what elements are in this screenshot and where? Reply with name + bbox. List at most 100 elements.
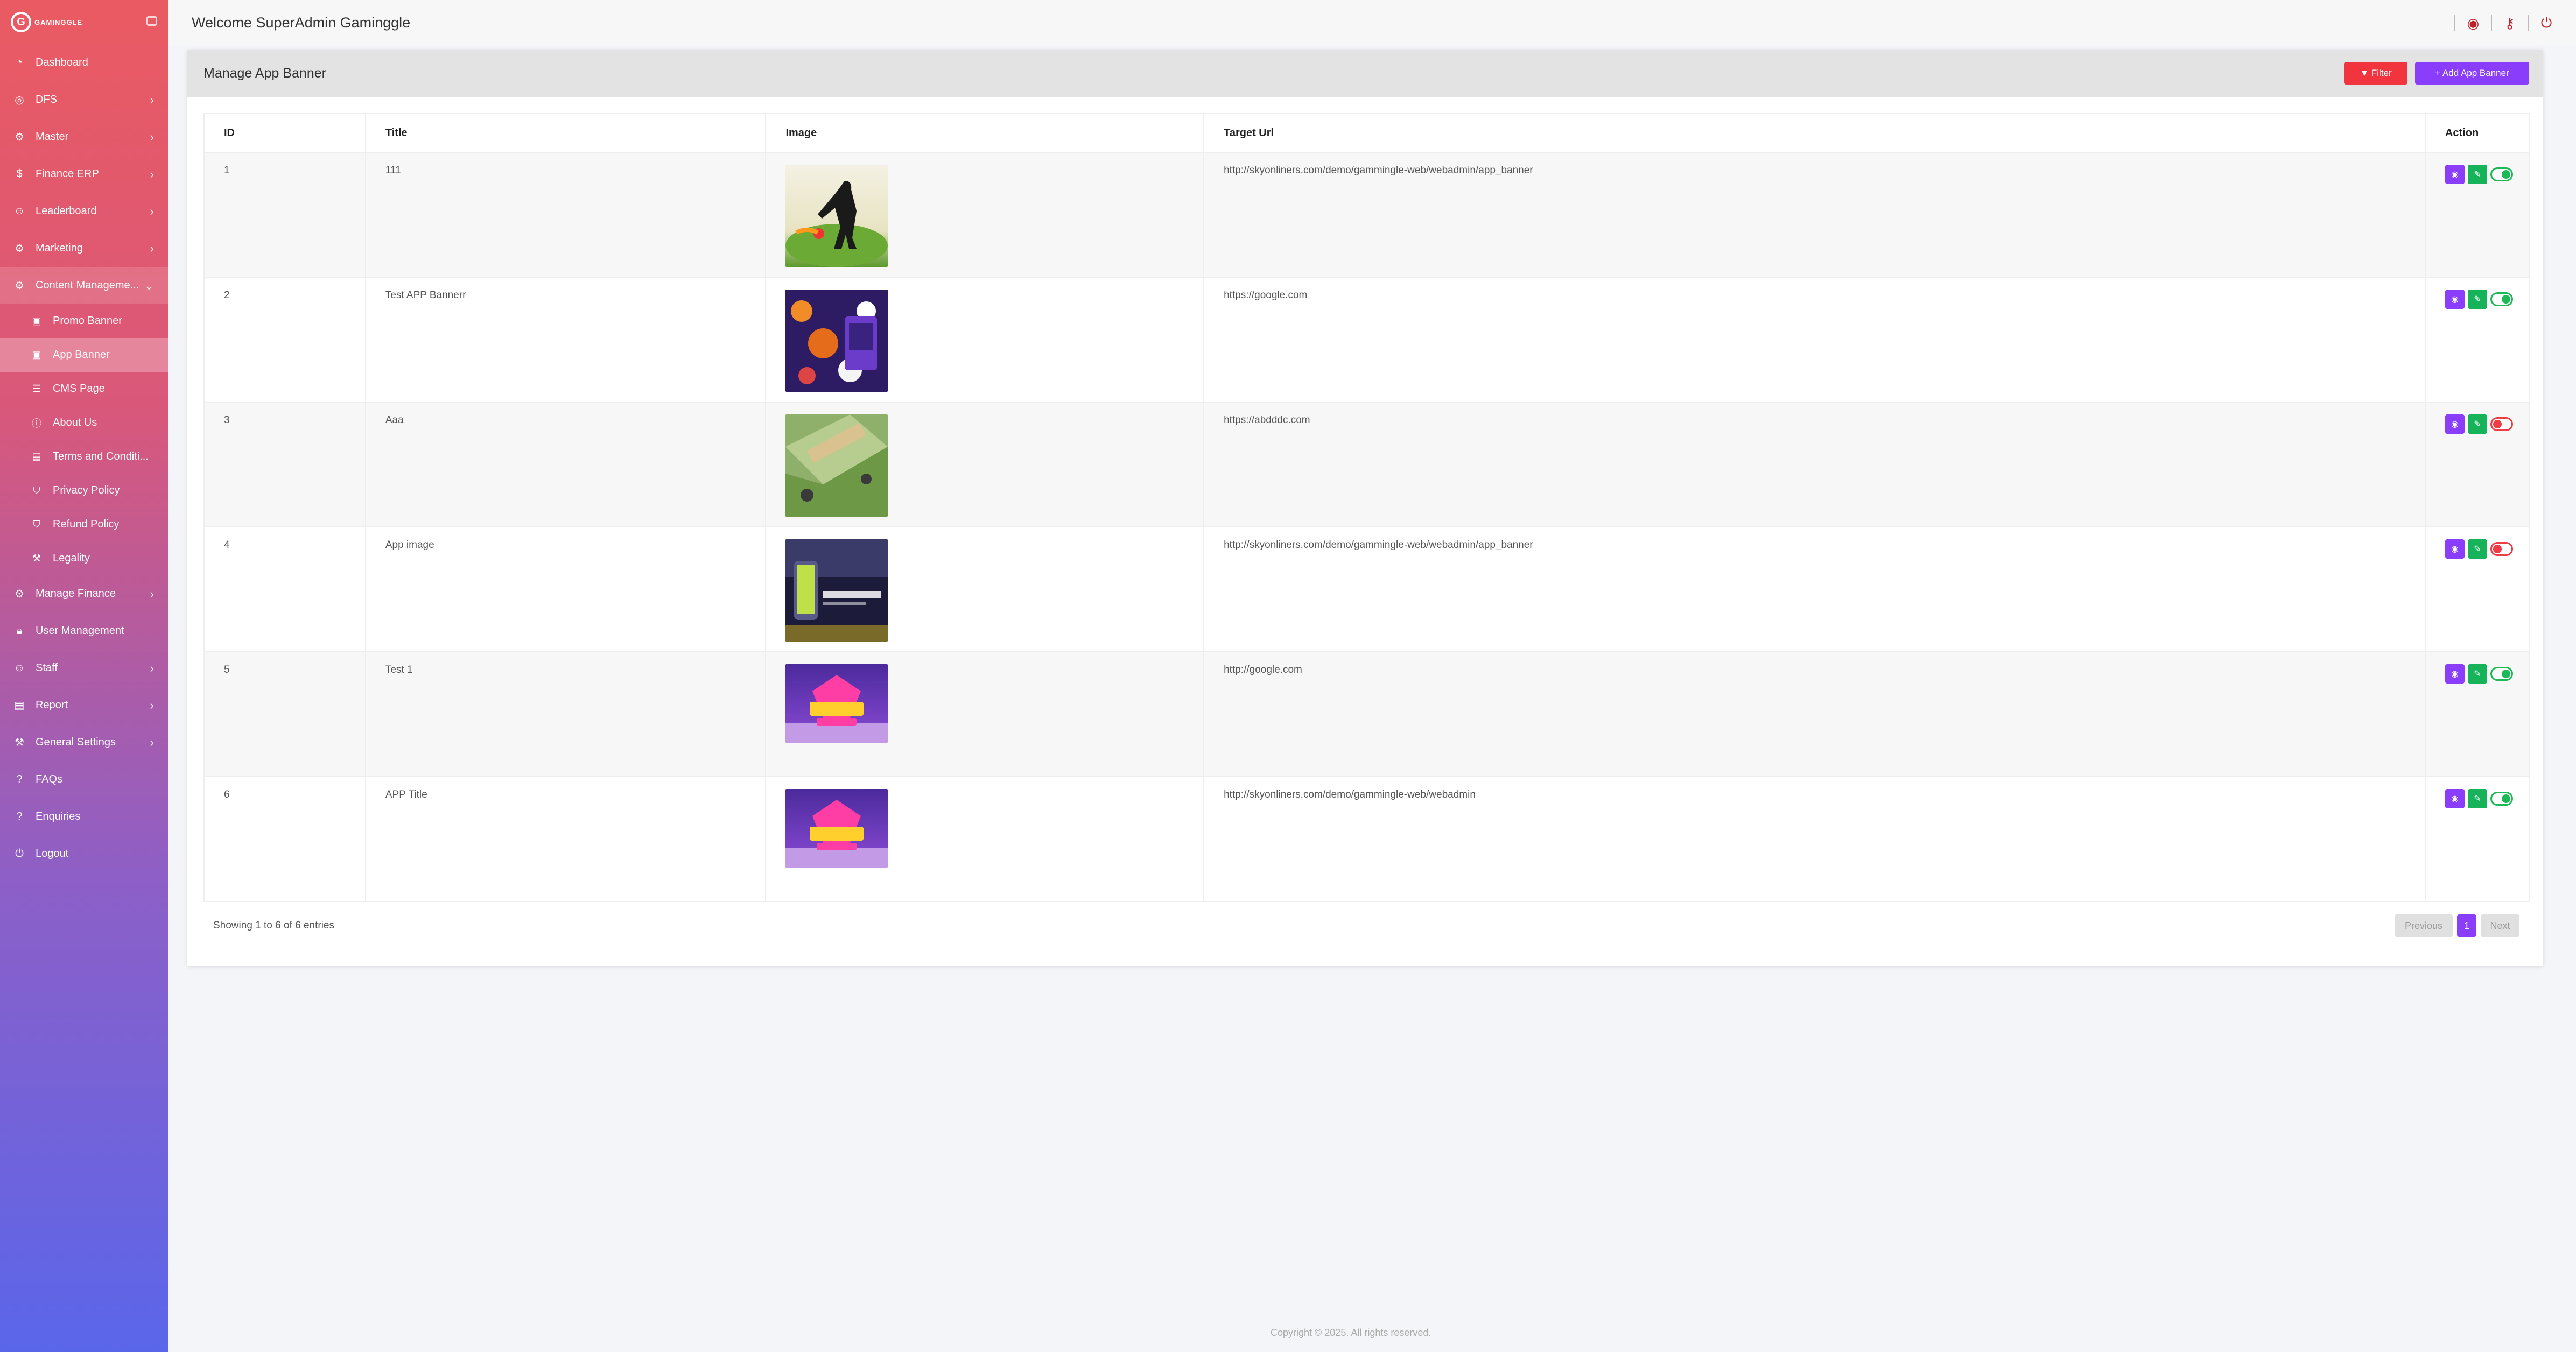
- chevron-right-icon: ›: [150, 93, 154, 107]
- dollar-icon: $: [16, 168, 23, 180]
- gavel-icon: ⚒: [32, 553, 41, 564]
- edit-button[interactable]: ✎: [2467, 664, 2487, 684]
- cell-image: [765, 402, 1205, 527]
- edit-button[interactable]: ✎: [2467, 789, 2487, 808]
- banner-table: ID Title Image Target Url Action 1 111 h…: [203, 113, 2531, 902]
- sidebar-subitem-about-us[interactable]: ⓘ About Us: [0, 406, 168, 440]
- view-button[interactable]: ◉: [2445, 290, 2465, 309]
- column-header-image[interactable]: Image: [765, 113, 1205, 153]
- chevron-right-icon: ›: [150, 167, 154, 181]
- lock-icon: 🔒︎: [16, 625, 23, 637]
- gears-icon: ⚙: [15, 588, 24, 600]
- sidebar-subitem-privacy-policy[interactable]: ⛉ Privacy Policy: [0, 474, 168, 508]
- next-page-button[interactable]: Next: [2481, 914, 2519, 937]
- status-toggle[interactable]: [2490, 667, 2513, 681]
- sidebar-item-manage-finance[interactable]: ⚙ Manage Finance ›: [0, 575, 168, 612]
- sports-betting-image[interactable]: [785, 290, 888, 392]
- view-button[interactable]: ◉: [2445, 165, 2465, 184]
- view-button[interactable]: ◉: [2445, 539, 2465, 559]
- sidebar-subitem-label: App Banner: [53, 349, 110, 361]
- sidebar-item-finance-erp[interactable]: $ Finance ERP ›: [0, 156, 168, 193]
- table-header-row: ID Title Image Target Url Action: [203, 113, 2531, 153]
- key-icon[interactable]: ⚷: [2502, 15, 2518, 31]
- column-header-action[interactable]: Action: [2424, 113, 2531, 153]
- footer-copyright: Copyright © 2025. All rights reserved.: [1271, 1327, 1431, 1338]
- brand-logo-icon: G: [11, 12, 31, 32]
- table-row: 3 Aaa https://abdddc.com ◉ ✎: [203, 402, 2531, 527]
- column-header-id[interactable]: ID: [203, 113, 366, 153]
- sidebar-item-user-management[interactable]: 🔒︎ User Management: [0, 612, 168, 650]
- filter-icon: ▼: [2360, 68, 2371, 78]
- power-icon[interactable]: ⏻: [2538, 15, 2554, 31]
- view-button[interactable]: ◉: [2445, 414, 2465, 434]
- filter-button[interactable]: ▼ Filter: [2344, 62, 2407, 84]
- sidebar-item-logout[interactable]: ⏻ Logout: [0, 835, 168, 872]
- status-toggle[interactable]: [2490, 542, 2513, 556]
- cell-image: [765, 776, 1205, 902]
- view-button[interactable]: ◉: [2445, 664, 2465, 684]
- divider: [2491, 15, 2492, 31]
- edit-button[interactable]: ✎: [2467, 290, 2487, 309]
- sidebar-item-dfs[interactable]: ◎ DFS ›: [0, 81, 168, 118]
- sidebar-subitem-terms[interactable]: ▤ Terms and Conditi...: [0, 440, 168, 474]
- eye-icon: ◉: [2451, 545, 2459, 554]
- sidebar-subitem-label: Legality: [53, 552, 90, 564]
- cell-title: Aaa: [364, 402, 767, 527]
- cell-target-url: http://skyonliners.com/demo/gammingle-we…: [1203, 776, 2426, 902]
- profile-icon[interactable]: ◉: [2465, 15, 2481, 31]
- eye-icon: ◉: [2451, 170, 2459, 179]
- edit-button[interactable]: ✎: [2467, 539, 2487, 559]
- fantasy-league-image[interactable]: [785, 664, 888, 743]
- column-header-title[interactable]: Title: [364, 113, 767, 153]
- view-button[interactable]: ◉: [2445, 789, 2465, 808]
- edit-button[interactable]: ✎: [2467, 165, 2487, 184]
- sidebar-subitem-label: Refund Policy: [53, 518, 120, 530]
- sidebar-item-label: Manage Finance: [36, 588, 116, 600]
- sidebar-item-leaderboard[interactable]: ☺ Leaderboard ›: [0, 193, 168, 230]
- wrench-icon: ⚒: [15, 737, 24, 749]
- sidebar-subitem-legality[interactable]: ⚒ Legality: [0, 541, 168, 575]
- report-icon: ▤: [14, 700, 25, 712]
- column-header-target-url[interactable]: Target Url: [1203, 113, 2426, 153]
- welcome-text: Welcome SuperAdmin Gaminggle: [192, 14, 411, 31]
- cricket-field-image[interactable]: [785, 414, 888, 517]
- cell-image: [765, 152, 1205, 278]
- sidebar-item-staff[interactable]: ☺ Staff ›: [0, 650, 168, 687]
- chevron-right-icon: ›: [150, 587, 154, 601]
- fantasy-cricket-apps-image[interactable]: [785, 539, 888, 642]
- divider: [2454, 15, 2455, 31]
- sidebar-item-faqs[interactable]: ? FAQs: [0, 761, 168, 798]
- table-row: 5 Test 1 http://google.com ◉ ✎: [203, 651, 2531, 777]
- page-1-button[interactable]: 1: [2457, 914, 2476, 937]
- question-icon: ?: [16, 773, 23, 785]
- question-icon: ?: [16, 811, 23, 822]
- sidebar-subitem-app-banner[interactable]: ▣ App Banner: [0, 338, 168, 372]
- gears-icon: ⚙: [15, 243, 24, 255]
- sidebar-item-content-management[interactable]: ⚙ Content Manageme... ⌄: [0, 267, 168, 304]
- sidebar-toggle-icon[interactable]: [146, 16, 157, 26]
- cell-target-url: http://skyonliners.com/demo/gammingle-we…: [1203, 526, 2426, 652]
- edit-button[interactable]: ✎: [2467, 414, 2487, 434]
- status-toggle[interactable]: [2490, 792, 2513, 806]
- sidebar-item-general-settings[interactable]: ⚒ General Settings ›: [0, 724, 168, 761]
- previous-page-button[interactable]: Previous: [2395, 914, 2453, 937]
- add-app-banner-button[interactable]: + Add App Banner: [2415, 62, 2529, 84]
- eye-icon: ◉: [2451, 295, 2459, 304]
- sidebar-item-report[interactable]: ▤ Report ›: [0, 687, 168, 724]
- status-toggle[interactable]: [2490, 417, 2513, 431]
- chevron-right-icon: ›: [150, 698, 154, 712]
- sidebar: G GAMINGGLE ◔ Dashboard ◎ DFS › ⚙ Master…: [0, 0, 168, 1352]
- cricket-player-image[interactable]: [785, 165, 888, 267]
- sidebar-item-enquiries[interactable]: ? Enquiries: [0, 798, 168, 835]
- sidebar-item-master[interactable]: ⚙ Master ›: [0, 118, 168, 156]
- status-toggle[interactable]: [2490, 167, 2513, 181]
- sidebar-item-marketing[interactable]: ⚙ Marketing ›: [0, 230, 168, 267]
- sidebar-item-dashboard[interactable]: ◔ Dashboard: [0, 44, 168, 81]
- status-toggle[interactable]: [2490, 292, 2513, 306]
- pagination-info: Showing 1 to 6 of 6 entries: [213, 920, 334, 931]
- sidebar-subitem-cms-page[interactable]: ☰ CMS Page: [0, 372, 168, 406]
- sidebar-subitem-refund-policy[interactable]: ⛉ Refund Policy: [0, 508, 168, 541]
- brand[interactable]: G GAMINGGLE: [0, 0, 168, 44]
- sidebar-subitem-promo-banner[interactable]: ▣ Promo Banner: [0, 304, 168, 338]
- fantasy-league-image[interactable]: [785, 789, 888, 868]
